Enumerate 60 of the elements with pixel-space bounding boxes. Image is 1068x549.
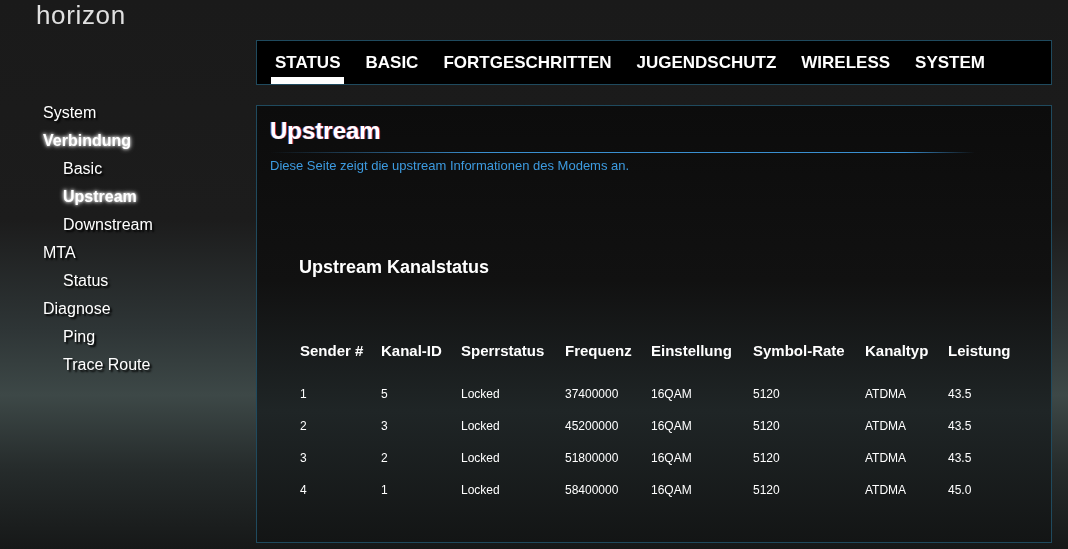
column-header: Frequenz xyxy=(565,341,633,362)
table-cell-text: 3 xyxy=(300,449,308,467)
table-cell-text: 16QAM xyxy=(651,449,693,467)
sidebar-item[interactable]: Trace Route xyxy=(43,351,256,379)
sidebar-item[interactable]: MTA xyxy=(43,239,256,267)
nav-tab[interactable]: BASIC xyxy=(361,41,423,84)
nav-tab[interactable]: SYSTEM xyxy=(911,41,989,84)
table-cell-text: ATDMA xyxy=(865,417,908,435)
sidebar-item[interactable]: Status xyxy=(43,267,256,295)
column-header: Sender # xyxy=(300,341,365,362)
table-cell-text: Locked xyxy=(461,481,501,499)
table-cell-text: ATDMA xyxy=(865,481,908,499)
column-header: Kanal-ID xyxy=(381,341,443,362)
table-cell-text: 51800000 xyxy=(565,449,620,467)
table-cell-text: 2 xyxy=(300,417,308,435)
table-cell-text: 16QAM xyxy=(651,385,693,403)
page-title: Upstream xyxy=(270,116,382,146)
column-header: Sperrstatus xyxy=(461,341,546,362)
table-cell-text: Locked xyxy=(461,449,501,467)
section-title: Upstream Kanalstatus xyxy=(299,255,491,279)
table-cell-text: 43.5 xyxy=(948,449,973,467)
sidebar-item[interactable]: Verbindung xyxy=(43,127,256,155)
table-cell-text: ATDMA xyxy=(865,385,908,403)
table-cell-text: Locked xyxy=(461,417,501,435)
table-cell-text: 5120 xyxy=(753,417,781,435)
sidebar-item[interactable]: Basic xyxy=(43,155,256,183)
sidebar-item[interactable]: Ping xyxy=(43,323,256,351)
table-cell-text: 5120 xyxy=(753,385,781,403)
table-cell-text: 5120 xyxy=(753,481,781,499)
nav-tab[interactable]: FORTGESCHRITTEN xyxy=(439,41,616,84)
table-cell-text: 45200000 xyxy=(565,417,620,435)
table-cell-text: 1 xyxy=(381,481,389,499)
sidebar-item[interactable]: System xyxy=(43,99,256,127)
table-cell-text: ATDMA xyxy=(865,449,908,467)
nav-tab[interactable]: JUGENDSCHUTZ xyxy=(632,41,781,84)
nav-tab[interactable]: STATUS xyxy=(271,41,345,84)
table-cell-text: 5120 xyxy=(753,449,781,467)
table-cell-text: 37400000 xyxy=(565,385,620,403)
table-cell-text: 16QAM xyxy=(651,417,693,435)
table-cell-text: 45.0 xyxy=(948,481,973,499)
sidebar-item[interactable]: Downstream xyxy=(43,211,256,239)
table-cell-text: 1 xyxy=(300,385,308,403)
nav-tab[interactable]: WIRELESS xyxy=(797,41,895,84)
column-header: Leistung xyxy=(948,341,1012,362)
table-cell-text: 43.5 xyxy=(948,385,973,403)
table-cell-text: 3 xyxy=(381,417,389,435)
sidebar-item[interactable]: Diagnose xyxy=(43,295,256,323)
table-cell-text: 4 xyxy=(300,481,308,499)
column-header: Symbol-Rate xyxy=(753,341,846,362)
table-cell-text: 43.5 xyxy=(948,417,973,435)
table-cell-text: 2 xyxy=(381,449,389,467)
sidebar-item[interactable]: Upstream xyxy=(43,183,256,211)
table-cell-text: 16QAM xyxy=(651,481,693,499)
logo: horizon xyxy=(36,0,126,30)
table-cell-text: 5 xyxy=(381,385,389,403)
column-header: Einstellung xyxy=(651,341,733,362)
table-cell-text: 58400000 xyxy=(565,481,620,499)
table-cell-text: Locked xyxy=(461,385,501,403)
column-header: Kanaltyp xyxy=(865,341,930,362)
page-description: Diese Seite zeigt die upstream Informationen des Modems an. xyxy=(270,157,631,175)
